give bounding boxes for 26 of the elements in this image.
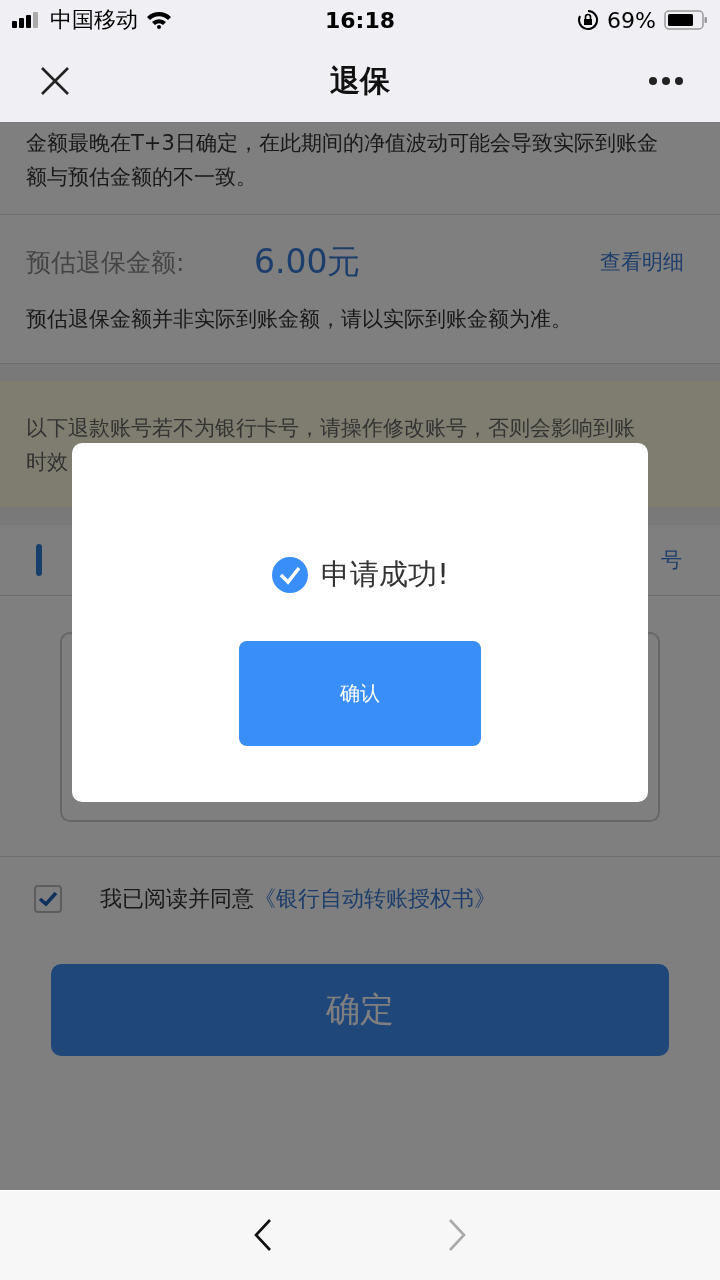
agree-text: 我已阅读并同意 <box>100 885 254 913</box>
confirm-button[interactable]: 确认 <box>239 641 481 746</box>
section-marker <box>36 544 42 576</box>
agree-checkbox[interactable] <box>34 885 62 913</box>
estimate-amount: 6.00元 <box>254 240 361 283</box>
info-text: 金额最晚在T+3日确定，在此期间的净值波动可能会导致实际到账金额与预估金额的不一致。 <box>26 130 659 191</box>
battery-icon <box>664 10 708 30</box>
close-icon[interactable] <box>40 66 70 96</box>
rotation-lock-icon <box>577 9 600 31</box>
battery-percent: 69% <box>607 7 656 33</box>
agreement-link[interactable]: 《银行自动转账授权书》 <box>254 884 496 914</box>
wifi-icon <box>146 11 172 29</box>
account-link[interactable]: 号 <box>661 546 682 574</box>
estimate-label: 预估退保金额: <box>26 246 186 279</box>
success-message: 申请成功! <box>321 556 449 593</box>
page-title: 退保 <box>330 61 390 100</box>
notice-text: 以下退款账号若不为银行卡号，请操作修改账号，否则会影响到账 <box>26 415 636 442</box>
more-icon[interactable] <box>648 76 684 86</box>
back-icon[interactable] <box>253 1218 273 1252</box>
notice-text: 时效 <box>26 449 69 476</box>
carrier-name: 中国移动 <box>50 6 138 34</box>
submit-button[interactable]: 确定 <box>51 964 669 1056</box>
check-circle-icon <box>271 556 310 594</box>
clock-time: 16:18 <box>325 7 395 33</box>
detail-link[interactable]: 查看明细 <box>600 248 684 276</box>
estimate-note: 预估退保金额并非实际到账金额，请以实际到账金额为准。 <box>26 306 573 333</box>
